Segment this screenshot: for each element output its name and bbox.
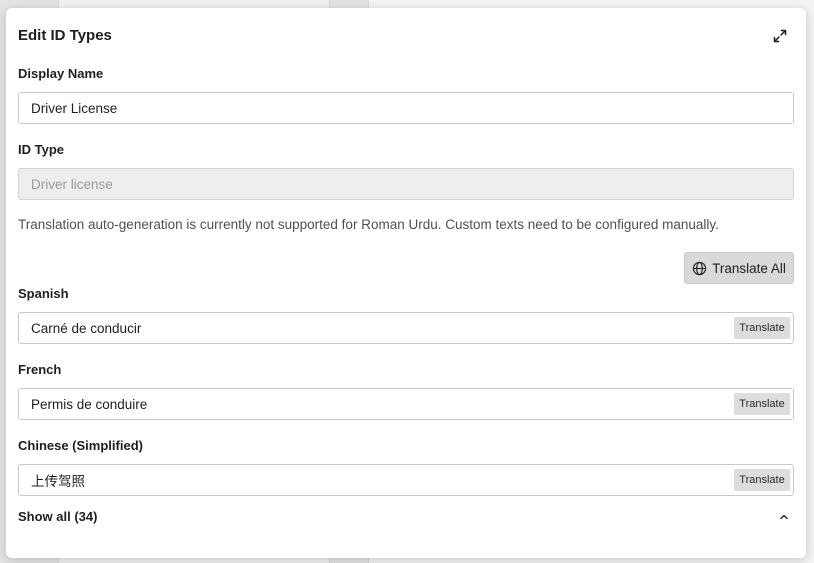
chinese-label: Chinese (Simplified)	[18, 438, 143, 453]
chinese-translate-button[interactable]: Translate	[734, 469, 790, 491]
translate-all-label: Translate All	[712, 260, 786, 276]
expand-button[interactable]	[770, 26, 790, 46]
spanish-input[interactable]	[18, 312, 794, 344]
show-all-button[interactable]: Show all (34)	[18, 509, 97, 524]
spanish-row: Translate	[18, 312, 794, 344]
spanish-translate-button[interactable]: Translate	[734, 317, 790, 339]
french-input[interactable]	[18, 388, 794, 420]
id-type-input	[18, 168, 794, 200]
edit-id-types-modal: Edit ID Types Display Name ID Type Trans…	[6, 8, 806, 558]
collapse-button[interactable]	[776, 509, 792, 525]
expand-icon	[773, 29, 787, 43]
modal-title: Edit ID Types	[18, 27, 112, 44]
french-row: Translate	[18, 388, 794, 420]
chinese-row: Translate	[18, 464, 794, 496]
translation-notice: Translation auto-generation is currently…	[18, 217, 719, 232]
globe-icon	[692, 261, 707, 275]
spanish-label: Spanish	[18, 286, 69, 301]
chevron-up-icon	[780, 514, 788, 520]
translate-all-button[interactable]: Translate All	[684, 252, 794, 284]
french-label: French	[18, 362, 62, 377]
id-type-label: ID Type	[18, 142, 64, 157]
chinese-input[interactable]	[18, 464, 794, 496]
display-name-input[interactable]	[18, 92, 794, 124]
french-translate-button[interactable]: Translate	[734, 393, 790, 415]
display-name-label: Display Name	[18, 66, 104, 81]
